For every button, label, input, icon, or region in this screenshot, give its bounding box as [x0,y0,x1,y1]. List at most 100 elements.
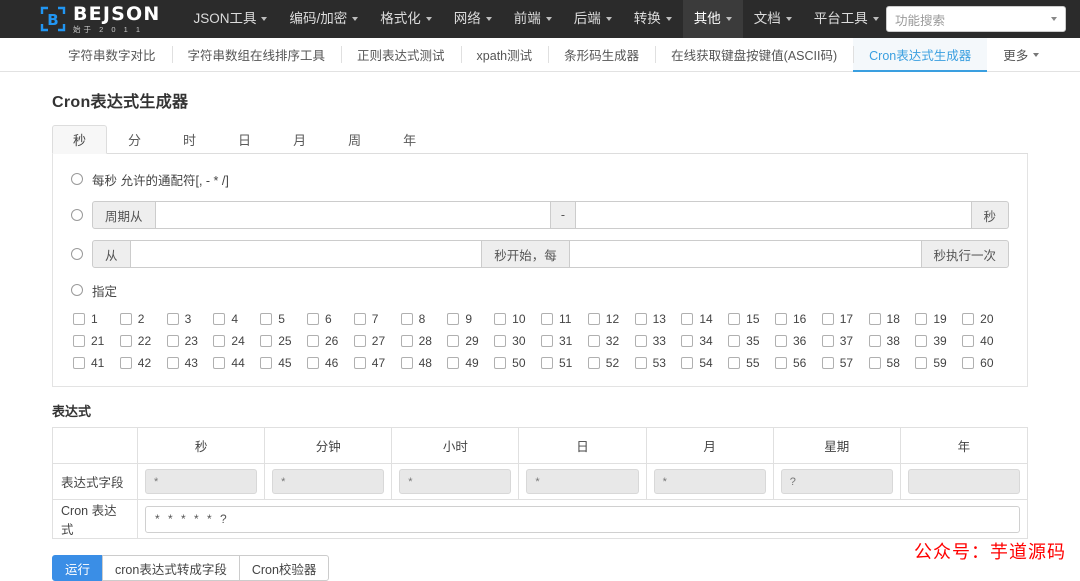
expression-field-input-0[interactable]: * [145,469,258,494]
checkbox-cell-33[interactable]: 33 [634,334,682,348]
expression-field-input-1[interactable]: * [272,469,385,494]
checkbox-cell-5[interactable]: 5 [260,312,307,326]
checkbox-3[interactable] [166,313,179,325]
radio-every[interactable] [71,173,83,185]
checkbox-cell-13[interactable]: 13 [634,312,682,326]
subnav-item-1[interactable]: 字符串数组在线排序工具 [171,38,342,71]
checkbox-13[interactable] [634,313,647,325]
tab-0[interactable]: 秒 [52,125,108,154]
expression-field-input-3[interactable]: * [526,469,639,494]
checkbox-cell-40[interactable]: 40 [962,334,1009,348]
checkbox-27[interactable] [353,335,366,347]
checkbox-46[interactable] [306,357,319,369]
checkbox-cell-60[interactable]: 60 [962,356,1009,370]
checkbox-1[interactable] [73,313,85,325]
checkbox-cell-19[interactable]: 19 [915,312,962,326]
checkbox-cell-25[interactable]: 25 [260,334,307,348]
checkbox-cell-17[interactable]: 17 [821,312,869,326]
expression-field-input-6[interactable] [907,469,1020,494]
checkbox-43[interactable] [166,357,179,369]
checkbox-cell-50[interactable]: 50 [494,356,541,370]
checkbox-cell-42[interactable]: 42 [119,356,167,370]
checkbox-cell-18[interactable]: 18 [868,312,916,326]
subnav-item-3[interactable]: xpath测试 [460,38,549,71]
checkbox-45[interactable] [260,357,273,369]
nav-item-3[interactable]: 网络 [443,0,503,38]
checkbox-50[interactable] [494,357,507,369]
radio-range[interactable] [71,209,83,221]
checkbox-19[interactable] [915,313,928,325]
checkbox-cell-44[interactable]: 44 [213,356,260,370]
tab-4[interactable]: 月 [272,125,327,154]
checkbox-48[interactable] [400,357,413,369]
nav-item-9[interactable]: 平台工具 [803,0,890,38]
checkbox-cell-38[interactable]: 38 [868,334,916,348]
checkbox-7[interactable] [353,313,366,325]
checkbox-cell-49[interactable]: 49 [447,356,494,370]
checkbox-cell-15[interactable]: 15 [728,312,775,326]
option-row-specific[interactable]: 指定 [71,279,1009,301]
checkbox-cell-9[interactable]: 9 [447,312,494,326]
function-search-input[interactable]: 功能搜索 [886,6,1066,32]
expression-field-input-2[interactable]: * [399,469,512,494]
checkbox-cell-30[interactable]: 30 [494,334,541,348]
checkbox-cell-46[interactable]: 46 [306,356,354,370]
checkbox-cell-22[interactable]: 22 [119,334,167,348]
checkbox-39[interactable] [915,335,928,347]
checkbox-52[interactable] [587,357,600,369]
checkbox-35[interactable] [728,335,741,347]
nav-item-1[interactable]: 编码/加密 [278,0,369,38]
checkbox-54[interactable] [681,357,694,369]
checkbox-24[interactable] [213,335,226,347]
tab-6[interactable]: 年 [382,125,437,154]
checkbox-cell-35[interactable]: 35 [728,334,775,348]
checkbox-cell-53[interactable]: 53 [634,356,682,370]
tab-2[interactable]: 时 [162,125,217,154]
checkbox-cell-3[interactable]: 3 [166,312,214,326]
checkbox-cell-10[interactable]: 10 [494,312,541,326]
checkbox-29[interactable] [447,335,460,347]
checkbox-10[interactable] [494,313,507,325]
checkbox-cell-58[interactable]: 58 [868,356,916,370]
option-row-range[interactable]: 周期从 - 秒 [71,201,1010,229]
increment-start-input[interactable] [129,240,483,268]
action-button-2[interactable]: Cron校验器 [238,555,330,581]
checkbox-cell-37[interactable]: 37 [821,334,869,348]
checkbox-cell-12[interactable]: 12 [587,312,635,326]
nav-item-0[interactable]: JSON工具 [182,0,278,38]
checkbox-cell-4[interactable]: 4 [213,312,260,326]
checkbox-53[interactable] [634,357,647,369]
checkbox-cell-31[interactable]: 31 [540,334,588,348]
checkbox-cell-16[interactable]: 16 [774,312,822,326]
checkbox-16[interactable] [774,313,787,325]
checkbox-5[interactable] [260,313,273,325]
checkbox-23[interactable] [166,335,179,347]
checkbox-cell-54[interactable]: 54 [681,356,728,370]
checkbox-34[interactable] [681,335,694,347]
checkbox-20[interactable] [962,313,975,325]
checkbox-cell-21[interactable]: 21 [73,334,120,348]
checkbox-cell-27[interactable]: 27 [353,334,401,348]
checkbox-cell-34[interactable]: 34 [681,334,728,348]
checkbox-51[interactable] [540,357,553,369]
checkbox-32[interactable] [587,335,600,347]
checkbox-26[interactable] [306,335,319,347]
checkbox-22[interactable] [119,335,132,347]
checkbox-47[interactable] [353,357,366,369]
checkbox-28[interactable] [400,335,413,347]
radio-specific[interactable] [71,284,83,296]
checkbox-6[interactable] [306,313,319,325]
checkbox-41[interactable] [73,357,85,369]
checkbox-cell-57[interactable]: 57 [821,356,869,370]
checkbox-11[interactable] [540,313,553,325]
checkbox-cell-29[interactable]: 29 [447,334,494,348]
action-button-0[interactable]: 运行 [52,555,104,581]
checkbox-cell-7[interactable]: 7 [353,312,401,326]
checkbox-cell-41[interactable]: 41 [73,356,120,370]
checkbox-60[interactable] [962,357,975,369]
checkbox-38[interactable] [868,335,881,347]
subnav-item-0[interactable]: 字符串数字对比 [52,38,172,71]
tab-3[interactable]: 日 [217,125,272,154]
checkbox-cell-14[interactable]: 14 [681,312,728,326]
checkbox-2[interactable] [119,313,132,325]
